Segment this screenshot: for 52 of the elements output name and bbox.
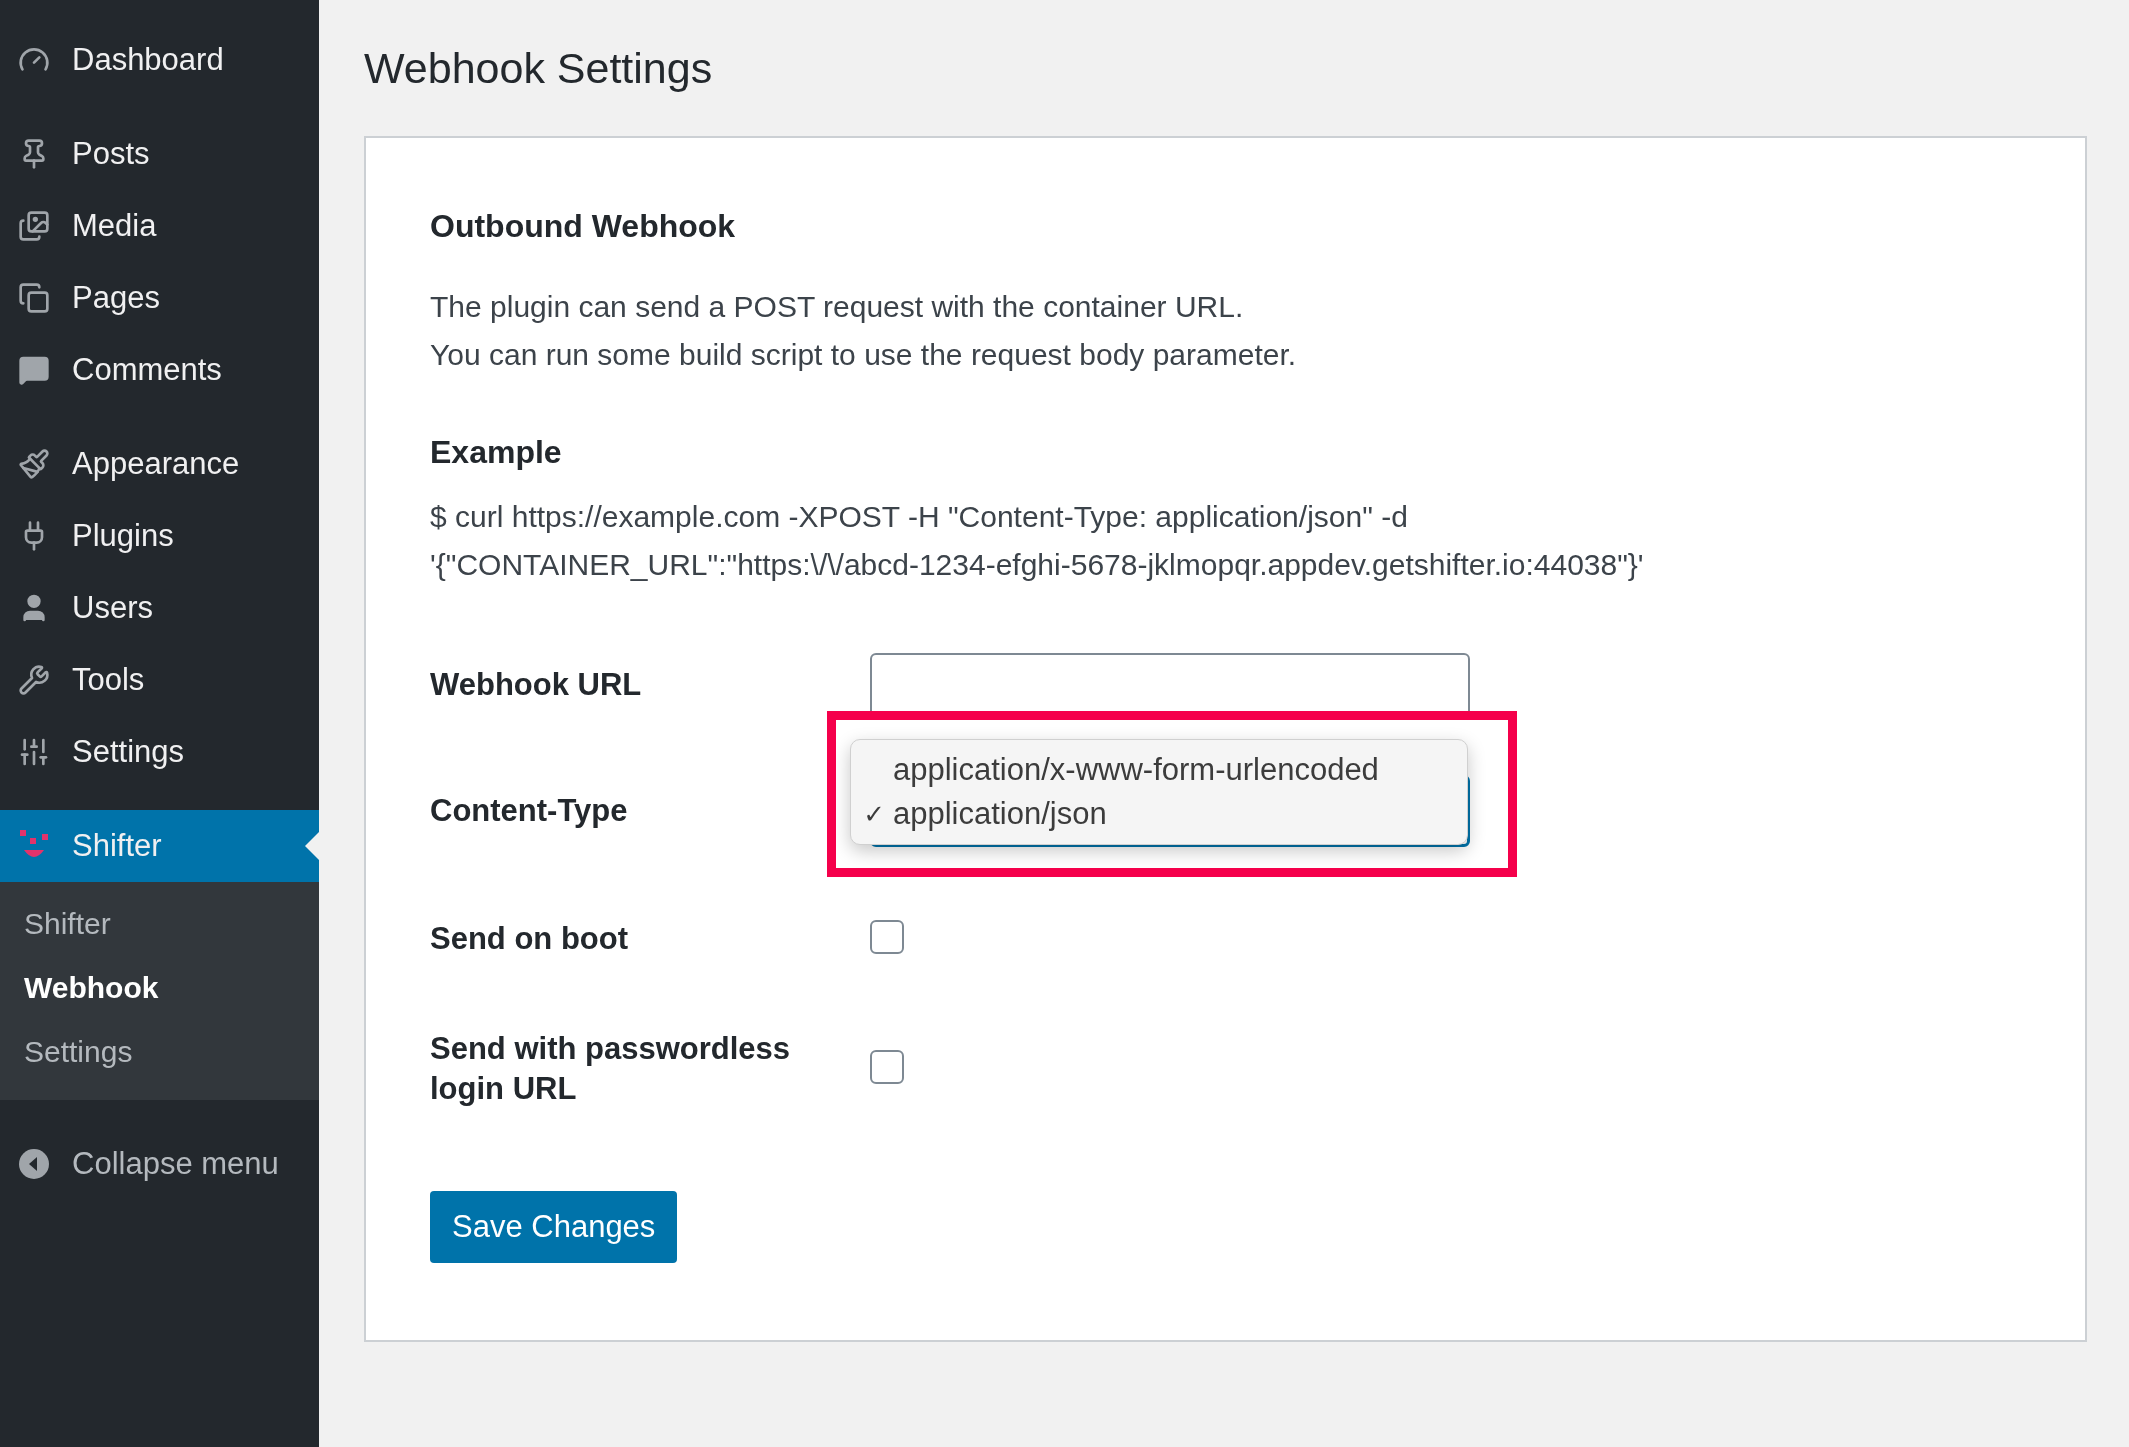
- sidebar-item[interactable]: Media: [0, 190, 319, 262]
- example-command: '{"CONTAINER_URL":"https:\/\/abcd-1234-efghi-5678-jklmopqr.appdev.getshifter.io:44038"}': [430, 547, 1645, 583]
- sidebar-item[interactable]: Pages: [0, 262, 319, 334]
- check-mark: ✓: [862, 798, 886, 830]
- sidebar-item[interactable]: Comments: [0, 334, 319, 406]
- sidebar-label: Shifter: [72, 828, 162, 864]
- collapse-icon: [18, 1148, 50, 1180]
- sidebar-item[interactable]: Tools: [0, 644, 319, 716]
- sidebar-label: Posts: [72, 136, 150, 172]
- sidebar-item[interactable]: Appearance: [0, 428, 319, 500]
- submenu-item[interactable]: Shifter: [0, 892, 319, 956]
- checkbox[interactable]: [870, 1050, 904, 1084]
- sidebar-item[interactable]: Users: [0, 572, 319, 644]
- collapse-label: Collapse menu: [72, 1146, 279, 1182]
- sidebar-item[interactable]: Posts: [0, 118, 319, 190]
- wrench-icon: [18, 664, 50, 696]
- sidebar-item[interactable]: Plugins: [0, 500, 319, 572]
- sidebar-label: Plugins: [72, 518, 174, 554]
- paintbrush-icon: [18, 448, 50, 480]
- page-title: Webhook Settings: [364, 43, 714, 94]
- sliders-icon: [18, 736, 50, 768]
- example-heading: Example: [430, 434, 563, 471]
- sidebar-label: Tools: [72, 662, 145, 698]
- sidebar-label: Dashboard: [72, 42, 224, 78]
- save-button[interactable]: Save Changes: [430, 1191, 678, 1263]
- submenu-item[interactable]: Settings: [0, 1020, 319, 1084]
- submenu-item[interactable]: Webhook: [0, 956, 319, 1020]
- sidebar-label: Media: [72, 208, 157, 244]
- description-text: The plugin can send a POST request with the container URL.: [430, 289, 1245, 325]
- field-label: Webhook URL: [430, 666, 643, 704]
- sidebar-label: Comments: [72, 352, 222, 388]
- field-label: Content-Type: [430, 792, 629, 830]
- speech-bubble-icon: [18, 354, 50, 386]
- section-heading: Outbound Webhook: [430, 208, 737, 245]
- field-label: Send on boot: [430, 920, 630, 958]
- sidebar-label: Pages: [72, 280, 160, 316]
- checkbox[interactable]: [870, 920, 904, 954]
- images-icon: [18, 210, 50, 242]
- dropdown-option[interactable]: application/x-www-form-urlencoded: [851, 748, 1467, 792]
- collapse-menu-link[interactable]: Collapse menu: [0, 1128, 319, 1200]
- sidebar-label: Users: [72, 590, 153, 626]
- sidebar-label: Appearance: [72, 446, 240, 482]
- field-label: Send with passwordless login URL: [430, 1030, 792, 1108]
- example-command: $ curl https://example.com -XPOST -H "Content-Type: application/json" -d: [430, 499, 1409, 535]
- pages-icon: [18, 282, 50, 314]
- sidebar-item[interactable]: Settings: [0, 716, 319, 788]
- dropdown-option[interactable]: ✓ application/json: [851, 792, 1467, 836]
- sidebar-item[interactable]: Dashboard: [0, 24, 319, 96]
- sidebar-item[interactable]: Shifter: [0, 810, 319, 882]
- description-text: You can run some build script to use the request body parameter.: [430, 337, 1298, 373]
- current-page-pointer: [305, 832, 319, 860]
- sidebar-label: Settings: [72, 734, 184, 770]
